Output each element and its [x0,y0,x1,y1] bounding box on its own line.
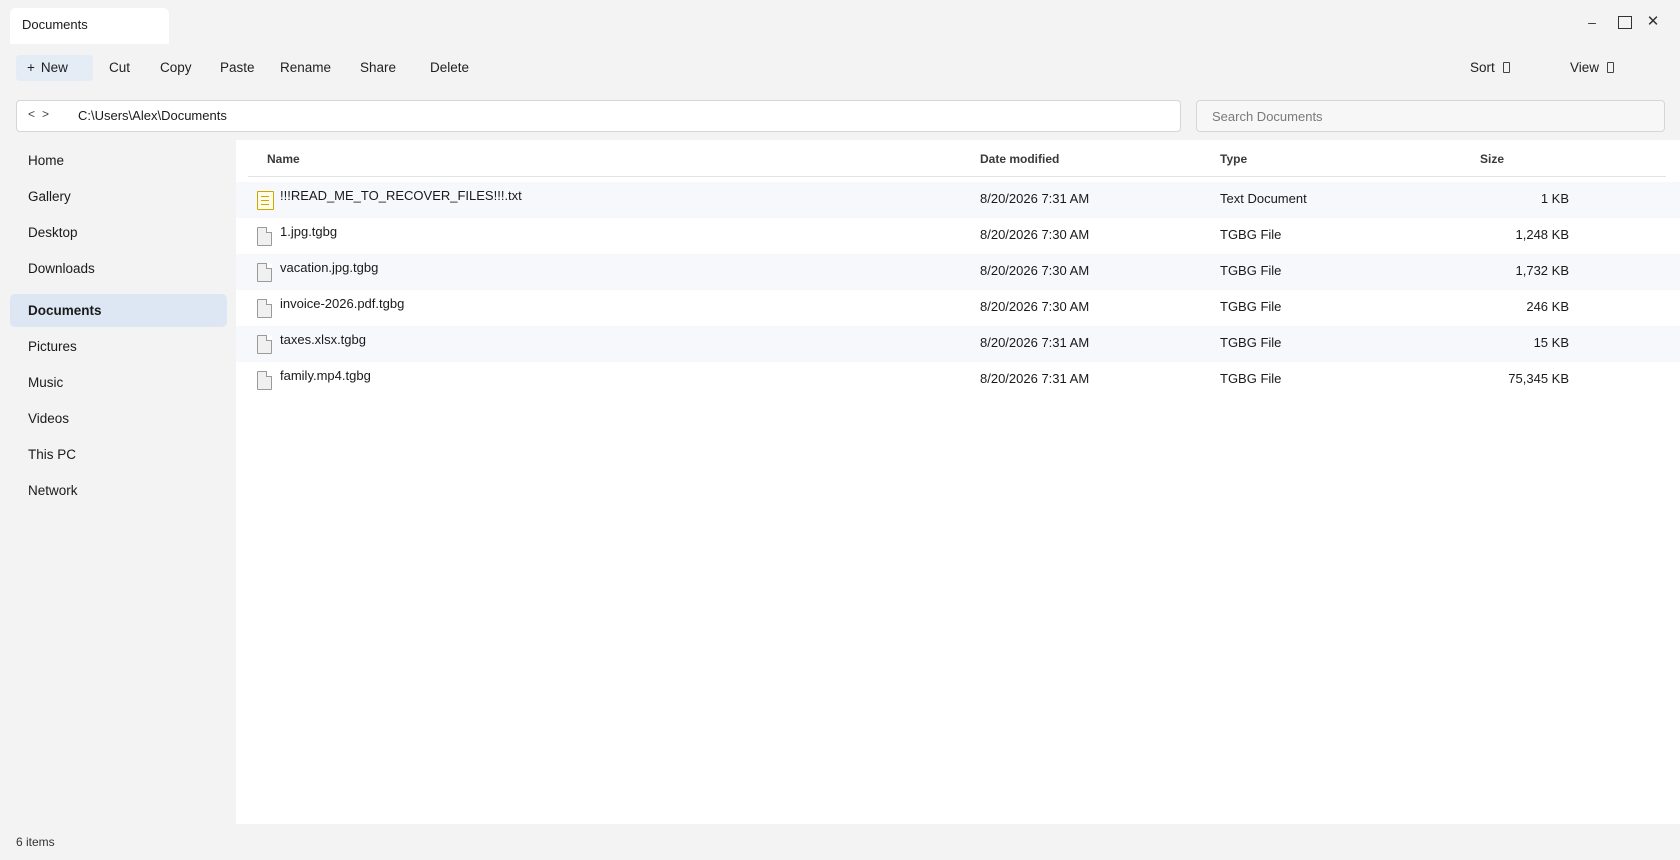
address-path[interactable]: C:\Users\Alex\Documents [78,108,227,123]
tab-title: Documents [22,17,88,32]
file-date: 8/20/2026 7:30 AM [980,263,1090,278]
file-type: TGBG File [1220,335,1282,350]
file-type: TGBG File [1220,227,1282,242]
sidebar-item-this-pc[interactable]: This PC [10,438,227,471]
sort-button[interactable]: Sort [1470,56,1510,80]
cut-button[interactable]: Cut [109,56,130,80]
file-size: 75,345 KB [1508,371,1569,386]
column-header-name[interactable]: Name [267,152,300,166]
file-name: !!!READ_ME_TO_RECOVER_FILES!!!.txt [280,188,522,203]
file-size: 15 KB [1533,335,1569,350]
plus-icon: + [27,60,35,75]
file-icon [257,335,272,354]
file-type: TGBG File [1220,299,1282,314]
text-file-icon [257,191,274,210]
sidebar-item-home[interactable]: Home [10,144,227,177]
status-bar: 6 items [0,824,1680,860]
sidebar-item-videos[interactable]: Videos [10,402,227,435]
file-size: 246 KB [1526,299,1569,314]
tab-documents[interactable]: Documents [10,8,169,44]
chevron-down-icon [1502,62,1510,73]
command-bar: + New Cut Copy Paste Rename Share Delete … [0,50,1680,86]
file-date: 8/20/2026 7:30 AM [980,299,1090,314]
column-header-size[interactable]: Size [1480,152,1504,166]
chevron-down-icon [1607,62,1615,73]
table-row[interactable]: 1.jpg.tgbg 8/20/2026 7:30 AM TGBG File 1… [236,218,1680,254]
rename-button[interactable]: Rename [280,56,331,80]
delete-button[interactable]: Delete [430,56,469,80]
share-button[interactable]: Share [360,56,396,80]
view-button[interactable]: View [1570,56,1615,80]
file-name: vacation.jpg.tgbg [280,260,379,275]
table-row[interactable]: !!!READ_ME_TO_RECOVER_FILES!!!.txt 8/20/… [236,182,1680,218]
view-label: View [1570,60,1600,75]
maximize-icon [1618,16,1632,29]
forward-arrow-icon[interactable]: > [42,107,49,121]
file-type: Text Document [1220,191,1307,206]
sort-label: Sort [1470,60,1495,75]
file-icon [257,227,272,246]
address-bar[interactable]: < > C:\Users\Alex\Documents [16,100,1181,132]
back-arrow-icon[interactable]: < [28,107,35,121]
file-date: 8/20/2026 7:31 AM [980,335,1090,350]
maximize-button[interactable] [1615,12,1635,32]
sidebar-item-downloads[interactable]: Downloads [10,252,227,285]
file-name: invoice-2026.pdf.tgbg [280,296,405,311]
close-button[interactable]: ✕ [1643,12,1663,32]
paste-button[interactable]: Paste [220,56,255,80]
sidebar-item-music[interactable]: Music [10,366,227,399]
file-date: 8/20/2026 7:31 AM [980,371,1090,386]
title-bar: Documents – ✕ [0,0,1680,46]
file-type: TGBG File [1220,371,1282,386]
new-button[interactable]: + New [16,55,93,81]
sidebar-item-documents[interactable]: Documents [10,294,227,327]
file-name: taxes.xlsx.tgbg [280,332,366,347]
file-icon [257,299,272,318]
close-icon: ✕ [1646,13,1660,30]
sidebar-item-network[interactable]: Network [10,474,227,507]
sidebar-item-pictures[interactable]: Pictures [10,330,227,363]
table-row[interactable]: invoice-2026.pdf.tgbg 8/20/2026 7:30 AM … [236,290,1680,326]
search-input[interactable] [1196,100,1665,132]
file-type: TGBG File [1220,263,1282,278]
navigation-pane: Home Gallery Desktop Downloads Documents… [0,144,236,824]
file-list: Name Date modified Type Size !!!READ_ME_… [236,140,1680,824]
file-icon [257,263,272,282]
minimize-button[interactable]: – [1582,12,1602,32]
column-header-date[interactable]: Date modified [980,152,1059,166]
file-name: family.mp4.tgbg [280,368,371,383]
table-row[interactable]: vacation.jpg.tgbg 8/20/2026 7:30 AM TGBG… [236,254,1680,290]
sidebar-item-desktop[interactable]: Desktop [10,216,227,249]
file-icon [257,371,272,390]
file-size: 1 KB [1540,191,1569,206]
item-count: 6 items [16,835,55,849]
header-divider [248,176,1666,177]
copy-button[interactable]: Copy [160,56,192,80]
table-row[interactable]: family.mp4.tgbg 8/20/2026 7:31 AM TGBG F… [236,362,1680,398]
new-label: New [40,60,68,75]
file-size: 1,248 KB [1515,227,1570,242]
file-name: 1.jpg.tgbg [280,224,338,239]
file-date: 8/20/2026 7:30 AM [980,227,1090,242]
column-header-type[interactable]: Type [1220,152,1247,166]
table-row[interactable]: taxes.xlsx.tgbg 8/20/2026 7:31 AM TGBG F… [236,326,1680,362]
minimize-icon: – [1588,14,1596,30]
file-size: 1,732 KB [1515,263,1570,278]
file-date: 8/20/2026 7:31 AM [980,191,1090,206]
file-explorer-window: Documents – ✕ + New Cut Copy Paste Rename… [0,0,1680,860]
sidebar-item-gallery[interactable]: Gallery [10,180,227,213]
